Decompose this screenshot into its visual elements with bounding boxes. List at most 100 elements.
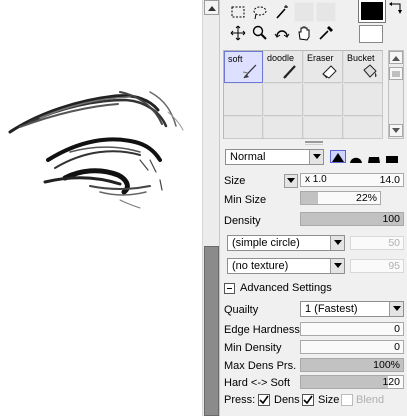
size-checkbox-label: Size [318, 394, 340, 406]
size-multiplier: x 1.0 [305, 174, 327, 185]
chevron-down-icon [333, 240, 342, 245]
background-color-swatch[interactable] [359, 25, 383, 43]
rotate-tool[interactable] [272, 23, 292, 43]
magic-wand-tool[interactable] [272, 2, 292, 22]
checkmark-icon [259, 395, 269, 405]
brush-shape-sharp[interactable] [330, 150, 346, 163]
brush-tab-eraser[interactable]: Eraser [304, 51, 343, 83]
min-density-slider[interactable]: 0 [300, 340, 404, 354]
blend-mode-value: Normal [230, 151, 266, 163]
drawing-canvas[interactable] [0, 0, 202, 416]
scroll-up-arrow[interactable] [204, 0, 219, 15]
move-tool[interactable] [228, 23, 248, 43]
quality-value: 1 (Fastest) [305, 303, 358, 315]
foreground-color-swatch[interactable] [358, 0, 386, 23]
dropdown-button[interactable] [309, 150, 323, 164]
blend-checkbox[interactable] [341, 394, 353, 406]
eyedropper-tool[interactable] [316, 23, 336, 43]
brush-shape-select[interactable]: (simple circle) [227, 235, 345, 251]
advanced-settings-title: Advanced Settings [240, 282, 332, 294]
bucket-icon [363, 64, 377, 78]
min-size-slider[interactable]: 22% [300, 191, 381, 205]
empty-brush-slot[interactable] [344, 117, 383, 139]
min-density-value: 0 [394, 341, 400, 353]
soft-brush-icon [242, 64, 257, 79]
blend-mode-select[interactable]: Normal [225, 149, 324, 165]
dens-checkbox[interactable] [258, 394, 270, 406]
tool-panel: soft doodle Eraser Bucket Normal Size x … [219, 0, 407, 416]
canvas-vertical-scrollbar[interactable] [202, 0, 219, 416]
chevron-down-icon [392, 306, 401, 311]
scrollbar-thumb[interactable] [204, 246, 219, 416]
flat-shape-icon [386, 156, 398, 163]
brush-texture-strength-value: 95 [388, 260, 400, 272]
brush-shape-strength-value: 50 [388, 237, 400, 249]
round-shape-icon [350, 157, 362, 163]
checkmark-icon [303, 395, 313, 405]
palette-scroll-down[interactable] [389, 124, 403, 137]
brush-shape-flat-round[interactable] [366, 150, 382, 163]
dropdown-button[interactable] [330, 259, 344, 273]
hand-tool[interactable] [294, 23, 314, 43]
empty-brush-slot[interactable] [264, 117, 303, 139]
brush-shape-flat[interactable] [384, 150, 400, 163]
empty-brush-slot[interactable] [224, 84, 263, 116]
brush-palette: soft doodle Eraser Bucket [223, 50, 383, 139]
brush-shape-strength[interactable]: 50 [350, 236, 404, 250]
size-multiplier-dropdown[interactable] [284, 174, 298, 188]
max-dens-prs-value: 100% [373, 359, 400, 371]
quality-select[interactable]: 1 (Fastest) [300, 301, 404, 317]
collapse-advanced-button[interactable] [224, 283, 235, 294]
hard-soft-slider[interactable]: 120 [300, 375, 404, 389]
swap-colors-button[interactable] [388, 1, 404, 15]
brush-tab-doodle[interactable]: doodle [264, 51, 303, 83]
empty-brush-slot[interactable] [304, 84, 343, 116]
hard-soft-fill [301, 376, 388, 388]
palette-scroll-thumb[interactable] [389, 67, 403, 80]
rect-select-tool[interactable] [228, 2, 248, 22]
size-value: 14.0 [379, 174, 400, 186]
min-size-label: Min Size [224, 194, 267, 206]
pencil-icon [283, 65, 296, 79]
move-icon [230, 25, 246, 41]
brush-texture-strength[interactable]: 95 [350, 259, 404, 273]
brush-tab-bucket[interactable]: Bucket [344, 51, 383, 83]
empty-brush-slot[interactable] [224, 117, 263, 139]
empty-brush-slot[interactable] [264, 84, 303, 116]
rect-select-icon [231, 6, 245, 18]
density-value: 100 [382, 213, 400, 225]
dropdown-button[interactable] [389, 302, 403, 316]
size-slider[interactable]: x 1.0 14.0 [300, 173, 404, 187]
palette-scroll-up[interactable] [389, 51, 403, 64]
zoom-tool[interactable] [250, 23, 270, 43]
eyedropper-icon [319, 26, 333, 40]
chevron-down-icon [392, 127, 400, 133]
min-size-value: 22% [355, 192, 377, 204]
rotate-icon [274, 30, 290, 38]
empty-brush-slot[interactable] [304, 117, 343, 139]
chevron-down-icon [312, 154, 321, 159]
lasso-tool[interactable] [250, 2, 270, 22]
max-dens-prs-slider[interactable]: 100% [300, 358, 404, 372]
lasso-icon [253, 6, 267, 20]
empty-tool-slot [316, 2, 336, 22]
zoom-icon [252, 25, 267, 40]
edge-hardness-slider[interactable]: 0 [300, 322, 404, 336]
brush-tab-soft[interactable]: soft [224, 51, 263, 83]
panel-splitter[interactable] [305, 141, 323, 145]
density-slider[interactable]: 100 [300, 212, 404, 226]
swap-colors-icon [389, 2, 402, 14]
brush-shape-round[interactable] [348, 150, 364, 163]
empty-brush-slot[interactable] [344, 84, 383, 116]
quality-label: Quailty [224, 304, 259, 316]
max-dens-prs-label: Max Dens Prs. [224, 360, 297, 372]
chevron-up-icon [207, 5, 216, 11]
flat-round-shape-icon [368, 157, 380, 163]
brush-texture-select[interactable]: (no texture) [227, 258, 345, 274]
dens-checkbox-label: Dens [274, 394, 300, 406]
sharp-shape-icon [332, 153, 344, 162]
edge-hardness-value: 0 [394, 323, 400, 335]
brush-palette-scrollbar[interactable] [388, 50, 404, 139]
dropdown-button[interactable] [330, 236, 344, 250]
size-checkbox[interactable] [302, 394, 314, 406]
